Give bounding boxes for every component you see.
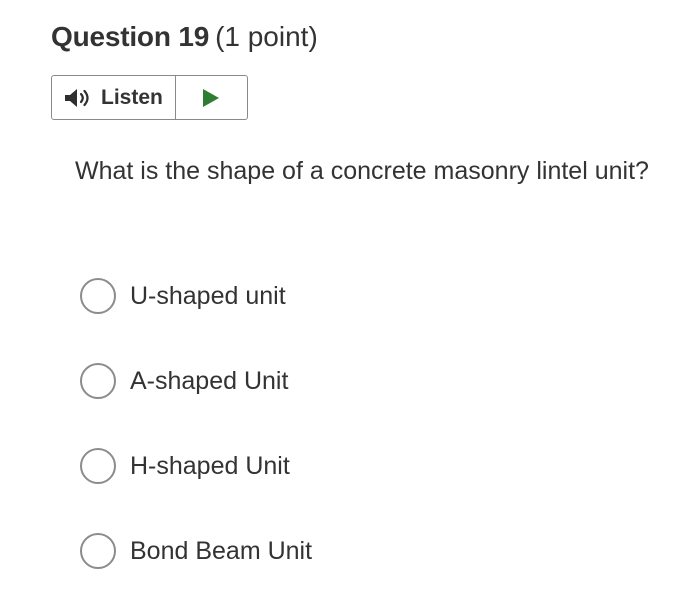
question-header: Question 19 (1 point) — [51, 16, 318, 58]
radio-button[interactable] — [80, 363, 116, 399]
answer-option-label: U-shaped unit — [130, 281, 286, 310]
answer-option[interactable]: U-shaped unit — [80, 275, 312, 317]
answer-option[interactable]: Bond Beam Unit — [80, 530, 312, 572]
answer-option[interactable]: H-shaped Unit — [80, 445, 312, 487]
answer-option-label: A-shaped Unit — [130, 366, 289, 395]
answer-option-label: H-shaped Unit — [130, 451, 290, 480]
listen-button[interactable]: Listen — [52, 76, 176, 119]
question-text: What is the shape of a concrete masonry … — [75, 157, 649, 185]
answer-options: U-shaped unit A-shaped Unit H-shaped Uni… — [80, 275, 312, 615]
answer-option-label: Bond Beam Unit — [130, 536, 313, 565]
radio-button[interactable] — [80, 278, 116, 314]
play-button[interactable] — [176, 76, 247, 119]
radio-button[interactable] — [80, 448, 116, 484]
question-title: Question 19 — [51, 21, 210, 52]
question-points: (1 point) — [215, 21, 318, 52]
listen-label: Listen — [101, 85, 163, 109]
speaker-icon — [63, 87, 95, 109]
radio-button[interactable] — [80, 533, 116, 569]
listen-widget: Listen — [51, 75, 248, 120]
play-icon — [203, 88, 220, 107]
answer-option[interactable]: A-shaped Unit — [80, 360, 312, 402]
